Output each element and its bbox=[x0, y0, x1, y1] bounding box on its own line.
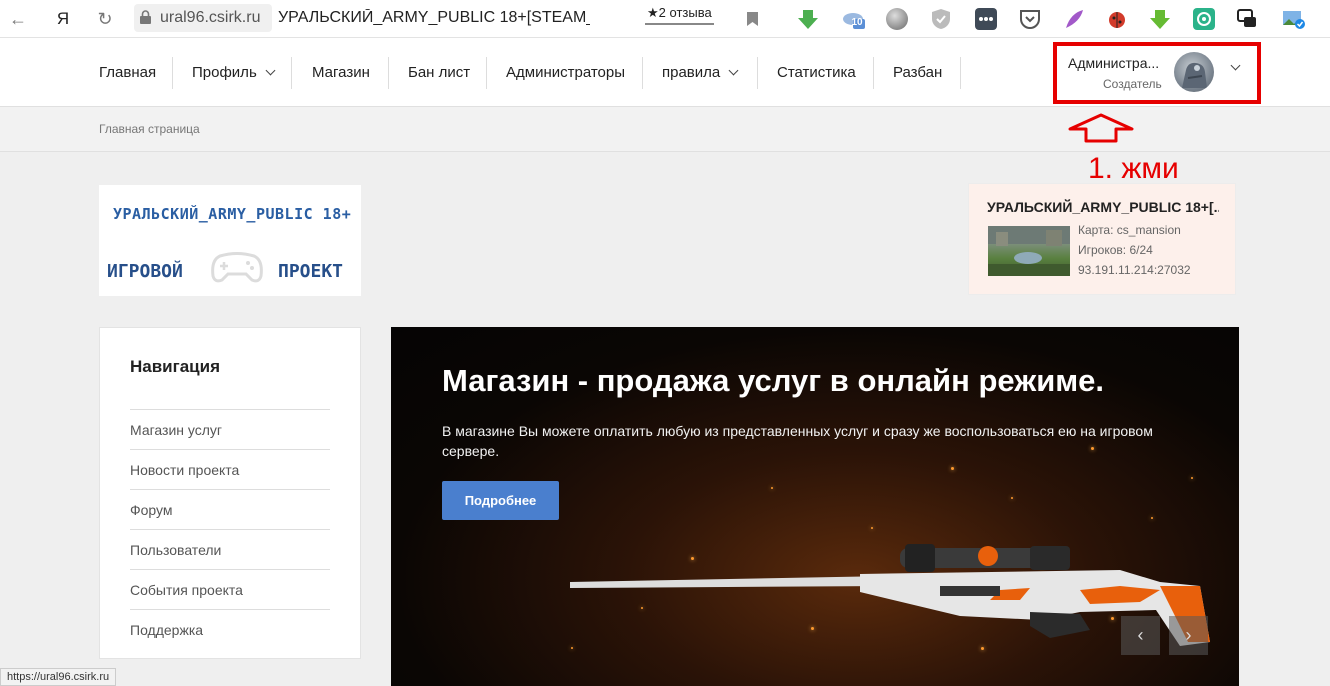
logo-subtitle-left: ИГРОВОЙ bbox=[107, 261, 183, 282]
ladybug-extension-icon[interactable] bbox=[1106, 8, 1128, 30]
robot-extension-icon[interactable] bbox=[1193, 8, 1215, 30]
server-players: Игроков: 6/24 bbox=[1078, 243, 1153, 257]
logo-subtitle-right: ПРОЕКТ bbox=[278, 261, 344, 282]
sidebar-item-shop[interactable]: Магазин услуг bbox=[130, 409, 330, 449]
browser-toolbar: ← Я ↻ ural96.csirk.ru УРАЛЬСКИЙ_ARMY_PUB… bbox=[0, 0, 1330, 38]
nav-separator bbox=[757, 57, 758, 89]
nav-home[interactable]: Главная bbox=[99, 38, 156, 107]
chat-extension-icon[interactable] bbox=[1236, 8, 1258, 30]
slider-next-button[interactable]: › bbox=[1169, 616, 1208, 655]
sidebar-item-users[interactable]: Пользователи bbox=[130, 529, 330, 569]
nav-unban[interactable]: Разбан bbox=[893, 38, 942, 107]
gamepad-icon bbox=[211, 252, 263, 283]
nav-profile-label: Профиль bbox=[192, 64, 257, 81]
nav-stats[interactable]: Статистика bbox=[777, 38, 856, 107]
banner-text: В магазине Вы можете оплатить любую из п… bbox=[442, 423, 1153, 459]
chevron-left-icon: ‹ bbox=[1137, 625, 1144, 645]
nav-separator bbox=[486, 57, 487, 89]
download-extension-icon[interactable] bbox=[797, 8, 819, 30]
slider-prev-button[interactable]: ‹ bbox=[1121, 616, 1160, 655]
weather-badge: 10 bbox=[851, 16, 863, 28]
sidebar-item-forum[interactable]: Форум bbox=[130, 489, 330, 529]
nav-separator bbox=[291, 57, 292, 89]
highlight-box bbox=[1053, 42, 1261, 104]
status-bar-url: https://ural96.csirk.ru bbox=[0, 668, 117, 686]
nav-separator bbox=[873, 57, 874, 89]
navigation-title: Навигация bbox=[130, 357, 220, 376]
chevron-down-icon bbox=[265, 65, 276, 76]
chevron-right-icon: › bbox=[1185, 625, 1192, 645]
url-text[interactable]: ural96.csirk.ru bbox=[160, 9, 260, 27]
nav-separator bbox=[388, 57, 389, 89]
lock-icon bbox=[140, 10, 151, 24]
breadcrumb[interactable]: Главная страница bbox=[99, 122, 200, 136]
nav-profile[interactable]: Профиль bbox=[192, 38, 276, 107]
nav-shop[interactable]: Магазин bbox=[312, 38, 370, 107]
nav-separator bbox=[642, 57, 643, 89]
sidebar-item-support[interactable]: Поддержка bbox=[130, 609, 330, 649]
nav-banlist[interactable]: Бан лист bbox=[408, 38, 470, 107]
nav-separator bbox=[172, 57, 173, 89]
up-arrow-icon bbox=[1068, 113, 1134, 143]
sidebar-item-news[interactable]: Новости проекта bbox=[130, 449, 330, 489]
photo-extension-icon[interactable] bbox=[1282, 8, 1305, 30]
server-map: Карта: cs_mansion bbox=[1078, 223, 1181, 237]
annotation-text: 1. жми bbox=[1088, 152, 1179, 185]
banner-title: Магазин - продажа услуг в онлайн режиме. bbox=[442, 363, 1105, 398]
chevron-down-icon bbox=[728, 65, 739, 76]
map-thumbnail bbox=[988, 226, 1070, 276]
page-title: УРАЛЬСКИЙ_ARMY_PUBLIC 18+[STEAM_B... bbox=[278, 9, 590, 26]
server-address[interactable]: 93.191.11.214:27032 bbox=[1078, 263, 1191, 277]
back-arrow-icon[interactable]: ← bbox=[6, 7, 30, 31]
sidebar-item-events[interactable]: События проекта bbox=[130, 569, 330, 609]
shield-extension-icon[interactable] bbox=[930, 8, 952, 30]
reload-icon[interactable]: ↻ bbox=[93, 7, 117, 31]
server-name[interactable]: УРАЛЬСКИЙ_ARMY_PUBLIC 18+[... bbox=[987, 199, 1219, 215]
pocket-extension-icon[interactable] bbox=[1019, 8, 1041, 30]
yandex-icon[interactable]: Я bbox=[51, 7, 75, 31]
download-green-extension-icon[interactable] bbox=[1149, 8, 1171, 30]
globe-extension-icon[interactable] bbox=[886, 8, 908, 30]
dots-extension-icon[interactable] bbox=[975, 8, 997, 30]
logo-title: УРАЛЬСКИЙ_ARMY_PUBLIC 18+ bbox=[113, 205, 352, 223]
nav-rules[interactable]: правила bbox=[662, 38, 739, 107]
bookmark-icon[interactable] bbox=[740, 7, 764, 31]
nav-admins[interactable]: Администраторы bbox=[506, 38, 625, 107]
nav-rules-label: правила bbox=[662, 64, 721, 81]
feather-extension-icon[interactable] bbox=[1063, 8, 1085, 30]
reviews-link[interactable]: ★2 отзыва bbox=[645, 5, 714, 25]
details-button[interactable]: Подробнее bbox=[442, 481, 559, 520]
nav-separator bbox=[960, 57, 961, 89]
